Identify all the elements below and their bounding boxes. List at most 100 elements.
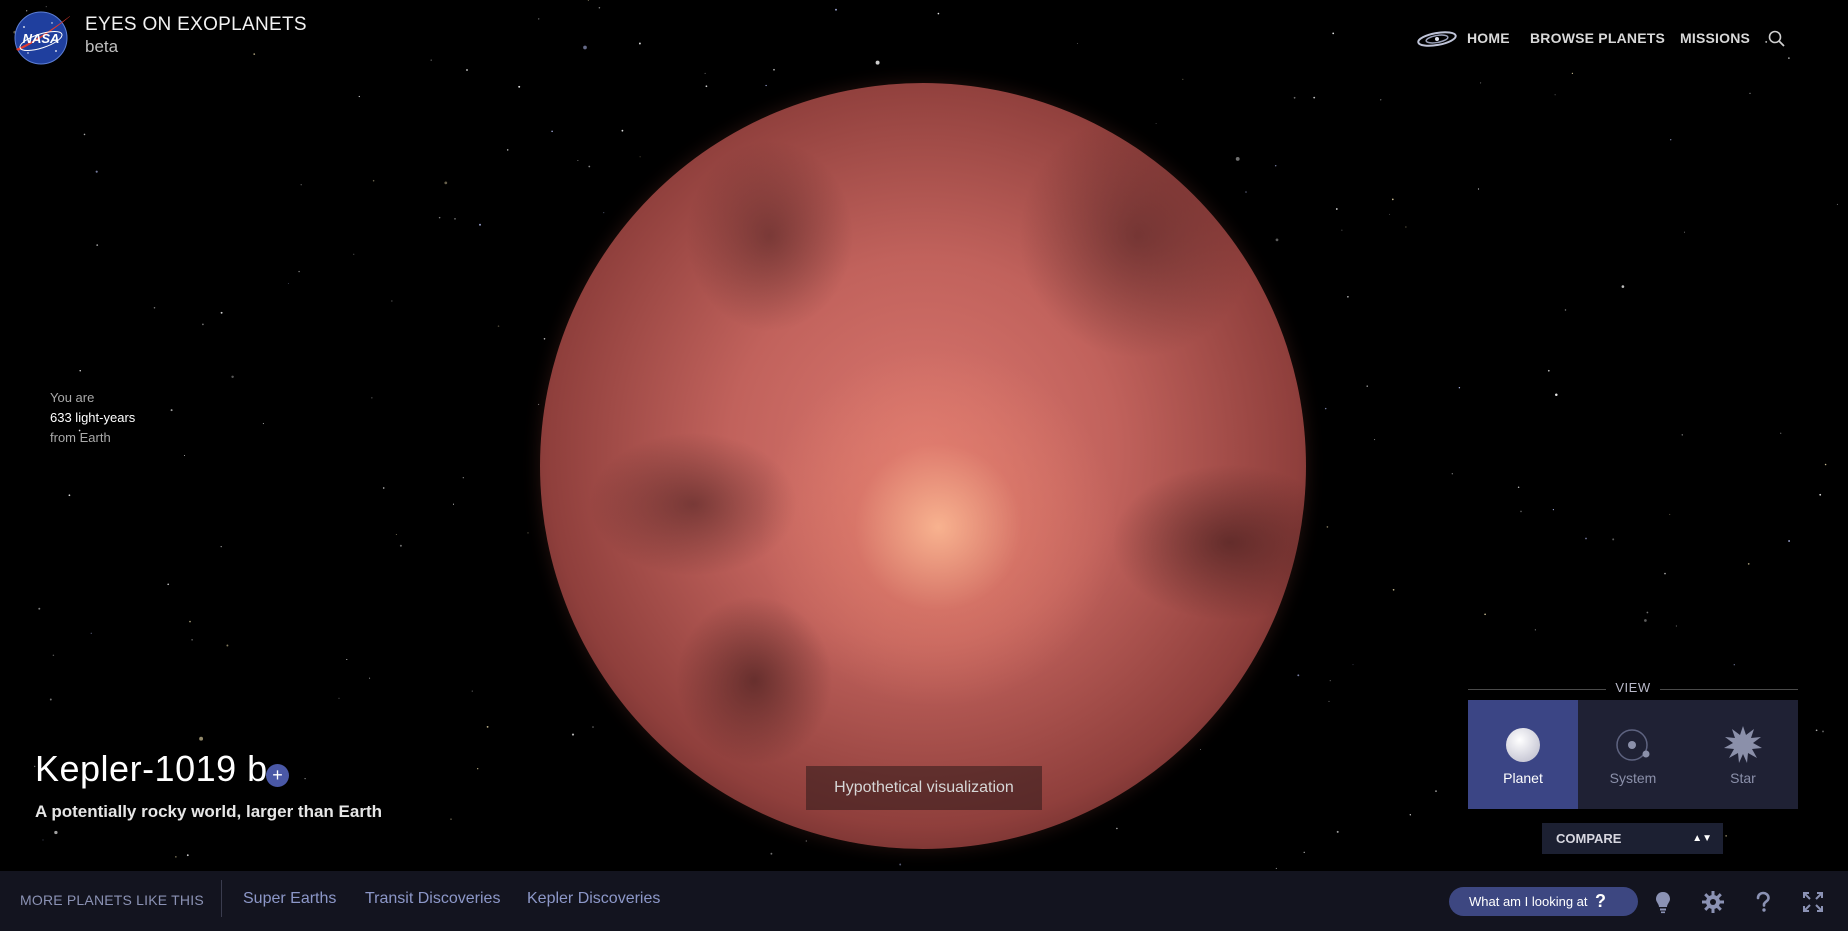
star <box>471 690 473 692</box>
add-planet-button[interactable]: + <box>266 764 289 787</box>
star <box>1819 493 1822 496</box>
star <box>1347 295 1349 298</box>
star <box>1303 851 1305 853</box>
nav-missions[interactable]: MISSIONS <box>1680 30 1750 46</box>
star <box>1435 790 1437 792</box>
star <box>1780 432 1782 434</box>
star <box>1670 139 1672 141</box>
planet-tagline: A potentially rocky world, larger than E… <box>35 802 382 821</box>
app-subtitle: beta <box>85 37 119 56</box>
star <box>38 607 41 610</box>
planet-visualization[interactable] <box>540 83 1306 849</box>
star <box>1815 729 1818 732</box>
search-icon[interactable] <box>1767 29 1787 49</box>
star <box>588 165 591 168</box>
compare-select[interactable]: COMPARE ▲▼ <box>1542 823 1723 854</box>
star <box>186 854 189 857</box>
star <box>1664 572 1666 575</box>
star <box>1391 198 1394 201</box>
star <box>1621 285 1625 288</box>
star <box>454 218 456 220</box>
star <box>1669 513 1671 516</box>
view-system-label: System <box>1609 770 1657 786</box>
star <box>583 45 587 50</box>
star <box>1155 123 1157 125</box>
star <box>1389 213 1391 215</box>
view-system-button[interactable]: System <box>1578 700 1688 809</box>
star <box>54 830 58 835</box>
star <box>773 68 775 71</box>
gear-icon[interactable] <box>1701 890 1725 914</box>
star <box>1534 629 1536 631</box>
star <box>1366 385 1368 387</box>
star <box>1245 191 1247 193</box>
star <box>1274 164 1277 167</box>
star <box>1747 563 1750 565</box>
galaxy-icon[interactable] <box>1416 28 1458 50</box>
lightbulb-icon[interactable] <box>1651 890 1675 914</box>
view-label: VIEW <box>1615 680 1651 695</box>
star <box>83 133 86 136</box>
star <box>399 544 402 547</box>
star <box>1313 96 1316 99</box>
star <box>506 149 509 151</box>
star <box>1480 82 1482 84</box>
star <box>1235 156 1240 161</box>
fullscreen-icon[interactable] <box>1801 890 1825 914</box>
star <box>304 777 306 780</box>
star <box>1517 486 1520 488</box>
app-title[interactable]: EYES ON EXOPLANETS <box>85 14 307 36</box>
view-planet-button[interactable]: Planet <box>1468 700 1578 809</box>
star <box>1451 473 1453 475</box>
star <box>577 160 579 161</box>
star <box>765 84 767 87</box>
star <box>189 620 191 623</box>
view-star-button[interactable]: Star <box>1688 700 1798 809</box>
star <box>96 244 99 246</box>
nasa-logo[interactable]: NASA <box>12 11 70 65</box>
star <box>191 639 193 641</box>
star <box>479 223 481 226</box>
star <box>598 6 601 9</box>
link-super-earths[interactable]: Super Earths <box>243 890 336 908</box>
star <box>391 300 393 302</box>
star <box>805 840 807 842</box>
star <box>1547 369 1550 372</box>
nav-home[interactable]: HOME <box>1467 30 1510 46</box>
what-am-i-looking-at-button[interactable]: What am I looking at ? <box>1449 887 1638 916</box>
distance-value: 633 light-years <box>50 410 136 425</box>
star <box>621 129 624 132</box>
star <box>231 375 234 379</box>
link-transit-discoveries[interactable]: Transit Discoveries <box>365 890 500 908</box>
star <box>444 181 448 185</box>
star <box>705 85 708 88</box>
star <box>1675 625 1677 627</box>
star <box>452 503 455 505</box>
star <box>1329 680 1331 682</box>
star <box>1336 830 1339 833</box>
star <box>49 698 52 701</box>
star <box>537 18 540 20</box>
star <box>1564 309 1567 311</box>
star <box>1585 537 1587 540</box>
footer-divider <box>221 880 222 917</box>
star <box>1681 434 1683 436</box>
system-icon <box>1616 729 1650 761</box>
star <box>638 42 641 45</box>
star <box>571 733 575 736</box>
nav-browse-planets[interactable]: BROWSE PLANETS <box>1530 30 1665 46</box>
question-icon: ? <box>1595 891 1606 911</box>
star <box>1484 613 1486 616</box>
star <box>1182 78 1184 81</box>
star <box>1324 407 1327 410</box>
star <box>253 53 256 55</box>
what-label: What am I looking at <box>1469 894 1588 909</box>
view-divider-right <box>1660 689 1798 690</box>
star <box>52 654 55 657</box>
distance-suffix: from Earth <box>50 430 111 445</box>
link-kepler-discoveries[interactable]: Kepler Discoveries <box>527 890 660 908</box>
star <box>438 216 441 219</box>
help-icon[interactable] <box>1751 890 1775 914</box>
star <box>95 170 98 173</box>
star <box>450 818 452 820</box>
